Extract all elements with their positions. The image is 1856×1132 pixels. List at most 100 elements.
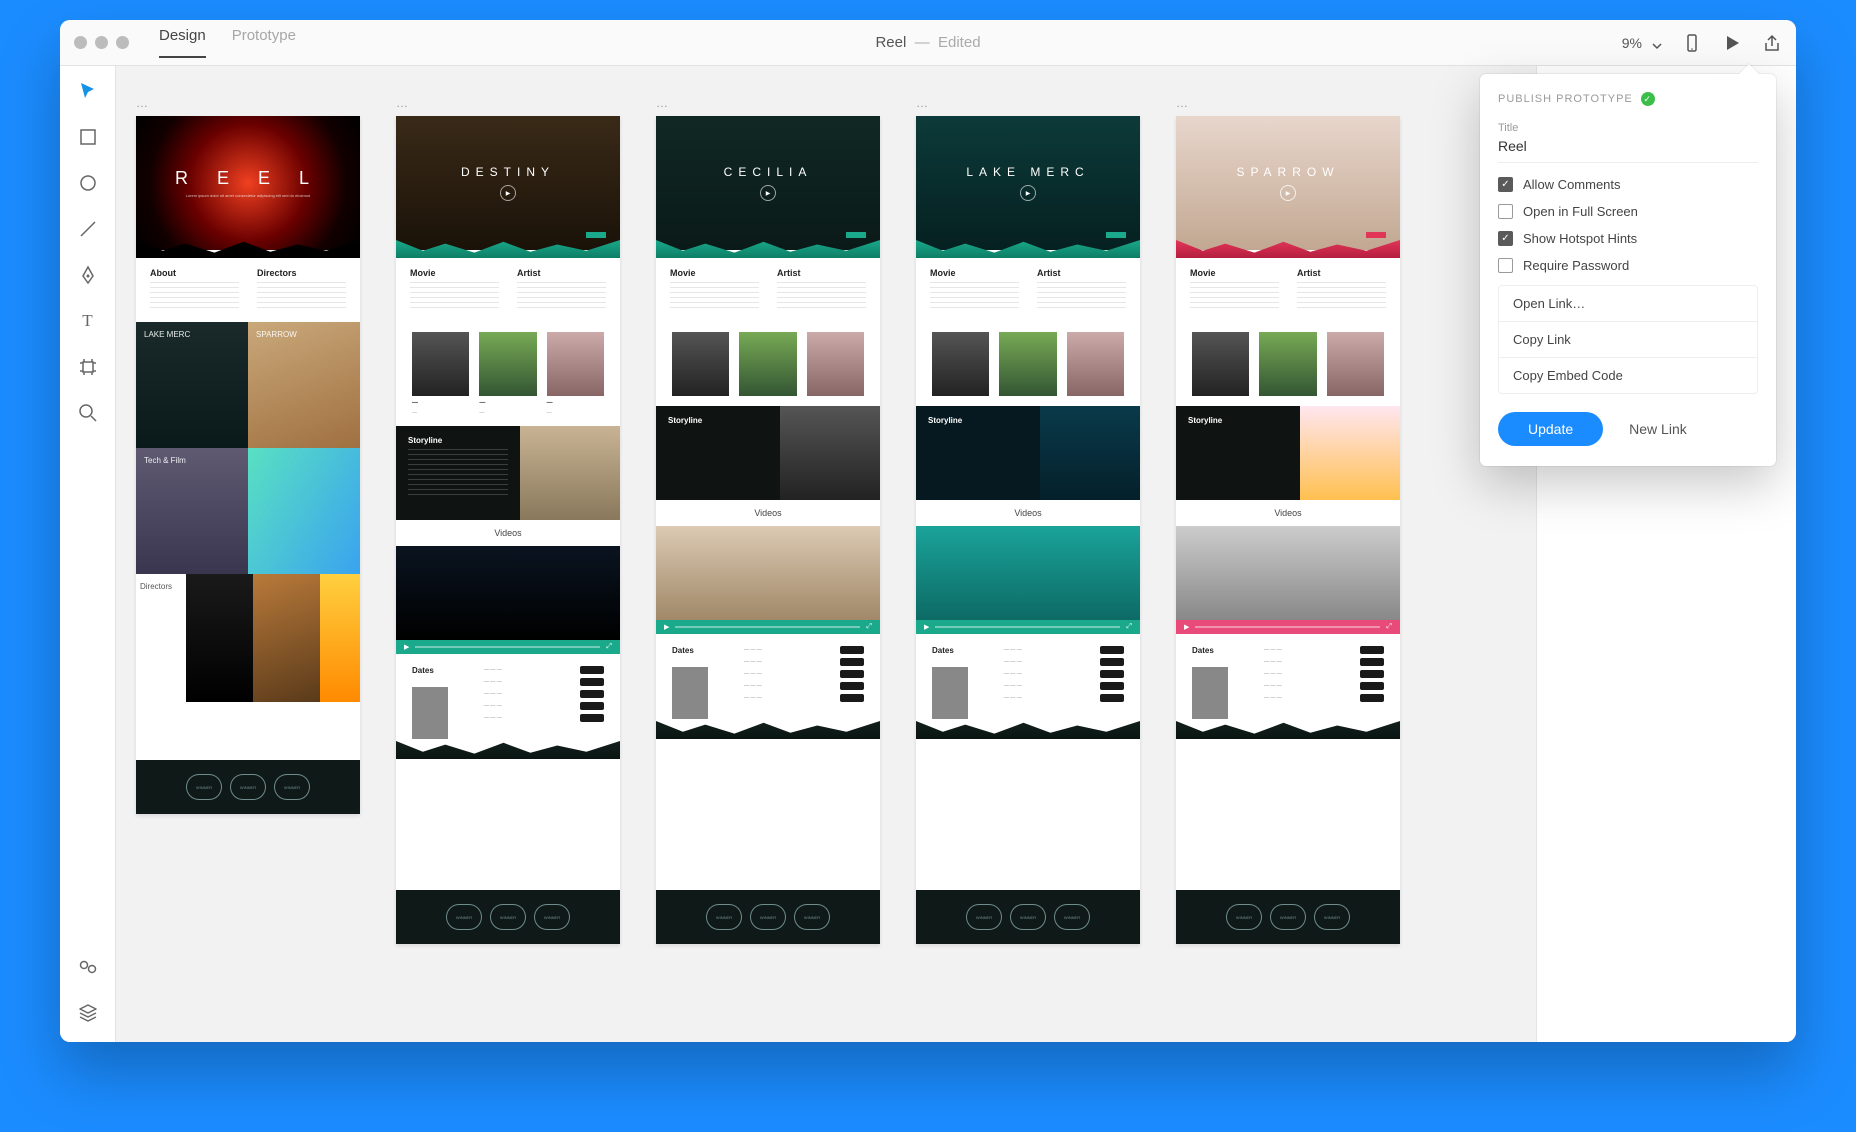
ellipse-tool-icon[interactable] — [77, 172, 99, 194]
grid-thumb[interactable]: Tech & Film — [136, 448, 248, 574]
rectangle-tool-icon[interactable] — [77, 126, 99, 148]
share-icon[interactable] — [1762, 33, 1782, 53]
artboard-lakemerc[interactable]: LAKE MERC▶ MovieArtist Storyline Videos … — [916, 116, 1140, 944]
artboard-label[interactable]: … — [136, 96, 360, 110]
video-thumb[interactable] — [916, 526, 1140, 620]
artboard-cecilia-wrap: … CECILIA▶ MovieArtist Storyline Videos … — [656, 96, 880, 944]
videos-heading: Videos — [916, 500, 1140, 526]
pen-tool-icon[interactable] — [77, 264, 99, 286]
minimize-dot[interactable] — [95, 36, 108, 49]
laurel-icon: WINNER — [1314, 904, 1350, 930]
artboard-lakemerc-wrap: … LAKE MERC▶ MovieArtist Storyline Video… — [916, 96, 1140, 944]
play-icon[interactable]: ▶ — [760, 185, 776, 201]
hero-cta[interactable] — [1366, 232, 1386, 238]
video-bar[interactable]: ▶⤢ — [916, 620, 1140, 634]
open-link-item[interactable]: Open Link… — [1499, 286, 1757, 322]
laurel-icon: WINNER — [1054, 904, 1090, 930]
video-bar[interactable]: ▶⤢ — [656, 620, 880, 634]
allow-comments-checkbox[interactable]: ✓Allow Comments — [1498, 177, 1758, 192]
tab-prototype[interactable]: Prototype — [232, 27, 296, 58]
video-thumb[interactable] — [656, 526, 880, 620]
copy-link-item[interactable]: Copy Link — [1499, 322, 1757, 358]
videos-heading: Videos — [656, 500, 880, 526]
laurel-icon: WINNER — [750, 904, 786, 930]
movie-footer: WINNERWINNERWINNER — [396, 890, 620, 944]
laurel-icon: WINNER — [490, 904, 526, 930]
play-icon[interactable]: ▶ — [1020, 185, 1036, 201]
select-tool-icon[interactable] — [77, 80, 99, 102]
video-thumb[interactable] — [396, 546, 620, 640]
zoom-tool-icon[interactable] — [77, 402, 99, 424]
movie-footer: WINNERWINNERWINNER — [656, 890, 880, 944]
video-bar[interactable]: ▶⤢ — [1176, 620, 1400, 634]
require-password-checkbox[interactable]: Require Password — [1498, 258, 1758, 273]
laurel-icon: WINNER — [274, 774, 310, 800]
maximize-dot[interactable] — [116, 36, 129, 49]
artboard-label[interactable]: … — [916, 96, 1140, 110]
artist-heading: Artist — [777, 268, 866, 278]
grid-thumb[interactable]: SPARROW — [248, 322, 360, 448]
artboard-destiny-wrap: … DESTINY ▶ MovieArtist —————— Storyline… — [396, 96, 620, 944]
movie-hero: DESTINY ▶ — [396, 116, 620, 250]
update-button[interactable]: Update — [1498, 412, 1603, 446]
new-link-button[interactable]: New Link — [1629, 421, 1687, 437]
hero-cta[interactable] — [1106, 232, 1126, 238]
movie-title: CECILIA — [724, 165, 813, 179]
design-canvas[interactable]: … R E E L Lorem ipsum dolor sit amet con… — [116, 66, 1536, 1042]
document-status: — — [910, 34, 938, 51]
zoom-dropdown[interactable]: 9% — [1622, 35, 1662, 51]
home-hero-title: R E E L — [175, 168, 321, 189]
layers-icon[interactable] — [77, 1002, 99, 1024]
home-hero: R E E L Lorem ipsum dolor sit amet conse… — [136, 116, 360, 250]
link-actions-list: Open Link… Copy Link Copy Embed Code — [1498, 285, 1758, 394]
device-preview-icon[interactable] — [1682, 33, 1702, 53]
grid-thumb[interactable] — [248, 448, 360, 574]
artboard-home[interactable]: R E E L Lorem ipsum dolor sit amet conse… — [136, 116, 360, 814]
publish-popover: PUBLISH PROTOTYPE ✓ Title Reel ✓Allow Co… — [1480, 74, 1776, 466]
home-two-col: About Directors — [136, 258, 360, 322]
tab-design[interactable]: Design — [159, 27, 206, 58]
play-icon[interactable]: ▶ — [500, 185, 516, 201]
artboard-tool-icon[interactable] — [77, 356, 99, 378]
dates-section: Dates— — —— — —— — —— — —— — — — [1176, 634, 1400, 731]
hotspot-hints-checkbox[interactable]: ✓Show Hotspot Hints — [1498, 231, 1758, 246]
directors-heading: Directors — [257, 268, 346, 278]
text-tool-icon[interactable]: T — [77, 310, 99, 332]
storyline: Storyline — [916, 406, 1140, 500]
line-tool-icon[interactable] — [77, 218, 99, 240]
cast-row: —————— — [396, 322, 620, 426]
artboard-destiny[interactable]: DESTINY ▶ MovieArtist —————— Storyline V… — [396, 116, 620, 944]
strip-right-label — [320, 574, 360, 702]
hero-cta[interactable] — [586, 232, 606, 238]
hero-cta[interactable] — [846, 232, 866, 238]
copy-embed-item[interactable]: Copy Embed Code — [1499, 358, 1757, 393]
checkbox-icon — [1498, 204, 1513, 219]
artboard-cecilia[interactable]: CECILIA▶ MovieArtist Storyline Videos ▶⤢… — [656, 116, 880, 944]
artboard-home-wrap: … R E E L Lorem ipsum dolor sit amet con… — [136, 96, 360, 814]
title-field[interactable]: Reel — [1498, 138, 1758, 163]
play-preview-icon[interactable] — [1722, 33, 1742, 53]
movie-footer: WINNERWINNERWINNER — [916, 890, 1140, 944]
artboard-sparrow[interactable]: SPARROW▶ MovieArtist Storyline Videos ▶⤢… — [1176, 116, 1400, 944]
video-bar[interactable]: ▶⤢ — [396, 640, 620, 654]
video-thumb[interactable] — [1176, 526, 1400, 620]
assets-icon[interactable] — [77, 956, 99, 978]
strip-left-label: Directors — [136, 574, 186, 702]
artboard-label[interactable]: … — [656, 96, 880, 110]
laurel-icon: WINNER — [1270, 904, 1306, 930]
tool-rail: T — [60, 66, 116, 1042]
artboard-label[interactable]: … — [1176, 96, 1400, 110]
fullscreen-checkbox[interactable]: Open in Full Screen — [1498, 204, 1758, 219]
laurel-icon: WINNER — [706, 904, 742, 930]
dates-section: Dates— — —— — —— — —— — —— — — — [656, 634, 880, 731]
dates-heading: Dates — [412, 666, 472, 675]
artboard-label[interactable]: … — [396, 96, 620, 110]
about-heading: About — [150, 268, 239, 278]
title-label: Title — [1498, 122, 1758, 134]
close-dot[interactable] — [74, 36, 87, 49]
dates-section: Dates— — —— — —— — —— — —— — — — [916, 634, 1140, 731]
directors-strip: Directors — [136, 574, 360, 702]
grid-thumb[interactable]: LAKE MERC — [136, 322, 248, 448]
home-footer: WINNER WINNER WINNER — [136, 760, 360, 814]
play-icon[interactable]: ▶ — [1280, 185, 1296, 201]
